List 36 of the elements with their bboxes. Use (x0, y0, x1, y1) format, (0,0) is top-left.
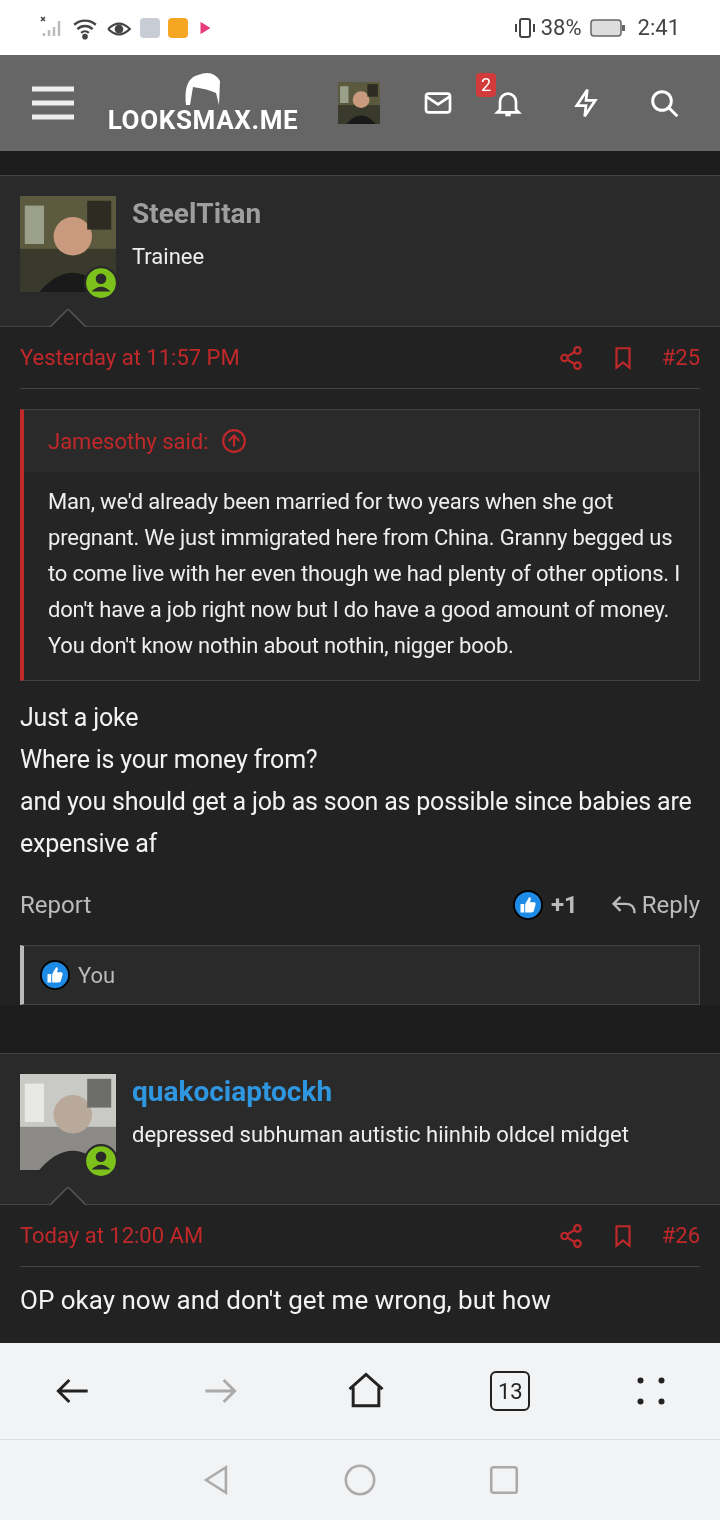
share-icon[interactable] (557, 1222, 584, 1249)
username-link[interactable]: SteelTitan (132, 196, 262, 232)
post-text: OP okay now and don't get me wrong, but how (20, 1284, 552, 1317)
search-icon[interactable] (648, 87, 680, 119)
thumbs-up-icon (40, 960, 70, 990)
post-number-link[interactable]: #25 (661, 341, 700, 374)
post-text: and you should get a job as soon as possible since babies are expensive af (20, 786, 693, 860)
reaction-users: You (78, 961, 116, 990)
quote-text: Man, we'd already been married for two years when she got pregnant. We just immigrated here from China. Granny begged us to come live with her even though we had plenty of other options. I don't have a job right now but I do have a good amount of money. You don't know nothin about nothin, nigger boob. (24, 472, 699, 680)
reactions-bar[interactable]: You (20, 945, 700, 1005)
post-text: Where is your money from? (20, 744, 319, 776)
tabs-count-button[interactable]: 13 (490, 1371, 531, 1411)
notification-badge: 2 (476, 73, 497, 97)
username-link[interactable]: quakociaptockh (132, 1074, 629, 1110)
battery-percent: 38% (540, 14, 582, 42)
clock: 2:41 (637, 14, 680, 42)
post-number-link[interactable]: #26 (661, 1219, 700, 1252)
vibrate-icon (512, 15, 537, 40)
like-button[interactable]: +1 (512, 887, 578, 923)
post-date-link[interactable]: Today at 12:00 AM (20, 1219, 558, 1252)
arrow-up-circle-icon[interactable] (220, 428, 247, 454)
post-date-link[interactable]: Yesterday at 11:57 PM (20, 341, 558, 374)
user-title: depressed subhuman autistic hiinhib oldcel midget (132, 1121, 629, 1149)
share-icon[interactable] (557, 344, 584, 371)
post-text: Just a joke (20, 702, 140, 734)
report-link[interactable]: Report (20, 887, 513, 923)
menu-icon[interactable] (32, 85, 74, 121)
battery-icon (589, 17, 626, 38)
hair-logo-icon[interactable] (183, 71, 223, 105)
site-logo[interactable]: LOOKSMAX.ME (107, 105, 299, 135)
app-icon (140, 17, 160, 38)
online-user-icon (84, 266, 118, 300)
reply-button[interactable]: Reply (609, 887, 700, 923)
online-user-icon (84, 1144, 118, 1178)
user-title: Trainee (132, 243, 206, 271)
thumbs-up-icon (512, 890, 543, 920)
